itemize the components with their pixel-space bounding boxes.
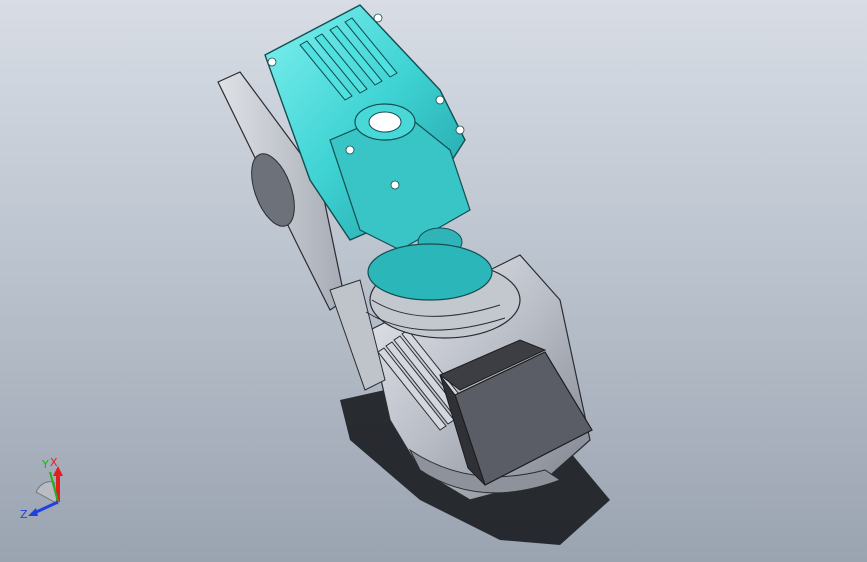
3d-viewport[interactable] [0, 0, 867, 562]
triad-label-z: Z [20, 508, 28, 521]
triad-label-x: X [50, 456, 58, 469]
triad-z-arrow [28, 508, 38, 516]
triad-label-y: Y [41, 458, 49, 471]
reference-triad[interactable]: Y X Z [14, 452, 74, 526]
output-shaft-bore[interactable] [354, 103, 416, 141]
